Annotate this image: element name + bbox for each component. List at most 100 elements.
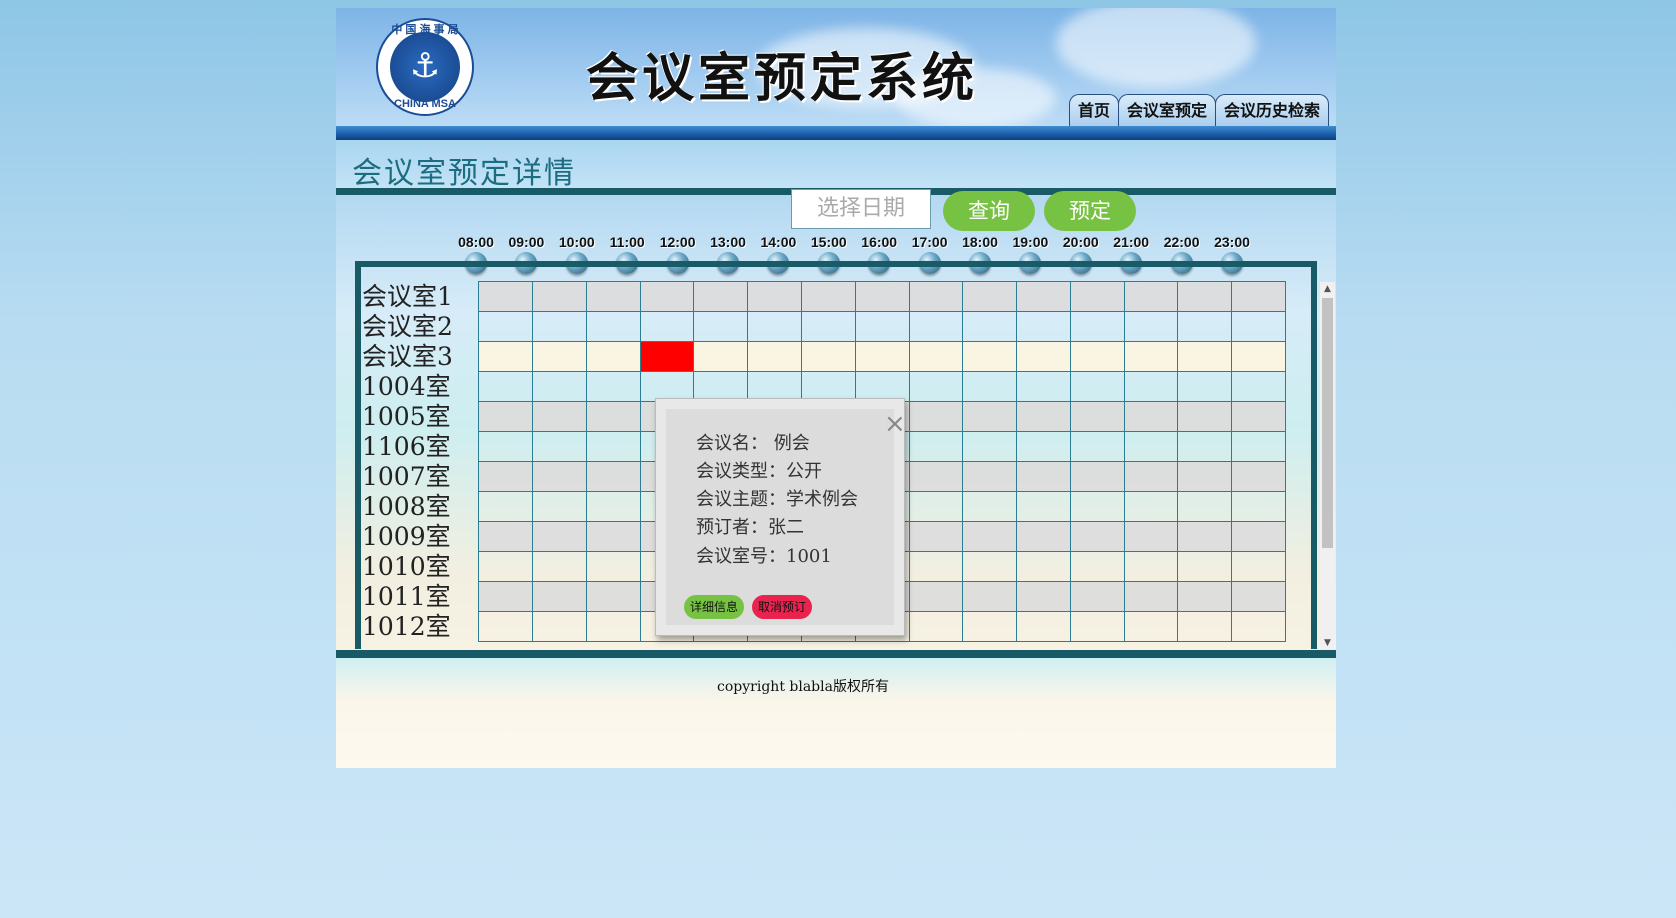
scroll-up-arrow-icon[interactable]: ▲ [1320,282,1335,296]
time-slot-cell[interactable] [532,401,587,432]
time-slot-cell[interactable] [478,371,534,402]
time-slot-cell[interactable] [1016,371,1071,402]
scroll-thumb[interactable] [1322,298,1333,548]
time-slot-cell[interactable] [1069,581,1125,612]
time-slot-cell[interactable] [908,371,964,402]
time-slot-cell[interactable] [1231,551,1286,582]
time-slot-cell[interactable] [1016,491,1071,522]
time-slot-cell[interactable] [1016,611,1071,642]
time-slot-cell[interactable] [908,491,964,522]
time-slot-cell[interactable] [693,281,749,312]
time-slot-cell[interactable] [1123,521,1179,552]
time-slot-cell[interactable] [1177,311,1233,342]
time-slot-cell[interactable] [478,521,534,552]
time-slot-cell[interactable] [854,341,910,372]
time-slot-cell[interactable] [962,581,1018,612]
time-slot-cell[interactable] [639,371,695,402]
time-slot-cell[interactable] [1069,491,1125,522]
time-slot-cell[interactable] [1123,581,1179,612]
time-slot-cell[interactable] [478,581,534,612]
time-slot-cell[interactable] [478,401,534,432]
time-slot-cell[interactable] [532,581,587,612]
time-slot-cell[interactable] [478,461,534,492]
time-slot-cell[interactable] [854,371,910,402]
time-slot-cell[interactable] [585,431,641,462]
time-slot-cell[interactable] [693,341,749,372]
time-slot-cell[interactable] [962,551,1018,582]
time-slot-cell[interactable] [585,491,641,522]
time-slot-cell[interactable] [532,551,587,582]
time-slot-cell[interactable] [908,581,964,612]
time-slot-cell[interactable] [1123,431,1179,462]
time-slot-cell[interactable] [1231,521,1286,552]
time-slot-cell[interactable] [1123,491,1179,522]
time-slot-cell[interactable] [1069,311,1125,342]
time-slot-cell[interactable] [1177,551,1233,582]
time-slot-cell[interactable] [1016,431,1071,462]
time-slot-cell[interactable] [1123,551,1179,582]
time-slot-cell[interactable] [1231,371,1286,402]
time-slot-cell[interactable] [1177,341,1233,372]
time-slot-cell[interactable] [800,341,856,372]
time-slot-cell[interactable] [1231,311,1286,342]
time-slot-cell[interactable] [532,371,587,402]
time-slot-cell[interactable] [585,461,641,492]
time-slot-cell[interactable] [532,491,587,522]
time-slot-cell[interactable] [639,311,695,342]
time-slot-cell[interactable] [1016,581,1071,612]
time-slot-cell[interactable] [1231,581,1286,612]
time-slot-cell[interactable] [1123,611,1179,642]
time-slot-cell[interactable] [1069,431,1125,462]
time-slot-cell[interactable] [1069,461,1125,492]
time-slot-cell[interactable] [532,431,587,462]
time-slot-cell[interactable] [1231,341,1286,372]
time-slot-cell[interactable] [962,491,1018,522]
time-slot-cell[interactable] [1016,401,1071,432]
time-slot-cell[interactable] [1016,461,1071,492]
time-slot-cell[interactable] [908,311,964,342]
nav-room-booking[interactable]: 会议室预定 [1118,94,1217,126]
time-slot-cell[interactable] [800,311,856,342]
time-slot-cell[interactable] [1177,611,1233,642]
time-slot-cell[interactable] [1123,401,1179,432]
schedule-scrollbar[interactable]: ▲ ▼ [1320,282,1335,650]
time-slot-cell[interactable] [532,281,587,312]
time-slot-cell[interactable] [1069,521,1125,552]
time-slot-cell[interactable] [1177,461,1233,492]
time-slot-cell[interactable] [532,521,587,552]
time-slot-cell[interactable] [1231,491,1286,522]
time-slot-cell[interactable] [585,521,641,552]
time-slot-cell[interactable] [1016,521,1071,552]
time-slot-cell[interactable] [1177,491,1233,522]
scroll-down-arrow-icon[interactable]: ▼ [1320,636,1335,650]
date-picker-input[interactable]: 选择日期 [791,189,931,229]
time-slot-cell[interactable] [962,461,1018,492]
time-slot-cell[interactable] [800,371,856,402]
time-slot-cell[interactable] [1231,401,1286,432]
time-slot-cell[interactable] [1069,371,1125,402]
time-slot-cell[interactable] [585,581,641,612]
time-slot-cell[interactable] [1123,461,1179,492]
time-slot-cell[interactable] [585,371,641,402]
time-slot-cell[interactable] [478,311,534,342]
time-slot-cell[interactable] [1123,311,1179,342]
query-button[interactable]: 查询 [943,191,1035,231]
time-slot-cell[interactable] [1016,281,1071,312]
time-slot-cell[interactable] [1069,281,1125,312]
time-slot-cell[interactable] [1016,551,1071,582]
time-slot-cell[interactable] [1231,281,1286,312]
time-slot-cell[interactable] [800,281,856,312]
time-slot-cell[interactable] [693,371,749,402]
time-slot-cell[interactable] [478,611,534,642]
time-slot-cell[interactable] [585,341,641,372]
time-slot-cell[interactable] [1123,371,1179,402]
time-slot-cell[interactable] [962,431,1018,462]
time-slot-cell[interactable] [1016,311,1071,342]
time-slot-cell[interactable] [962,521,1018,552]
time-slot-cell[interactable] [1177,281,1233,312]
time-slot-cell[interactable] [585,401,641,432]
cancel-booking-button[interactable]: 取消预订 [752,595,813,619]
time-slot-cell[interactable] [1231,431,1286,462]
time-slot-cell[interactable] [585,611,641,642]
time-slot-cell[interactable] [478,551,534,582]
